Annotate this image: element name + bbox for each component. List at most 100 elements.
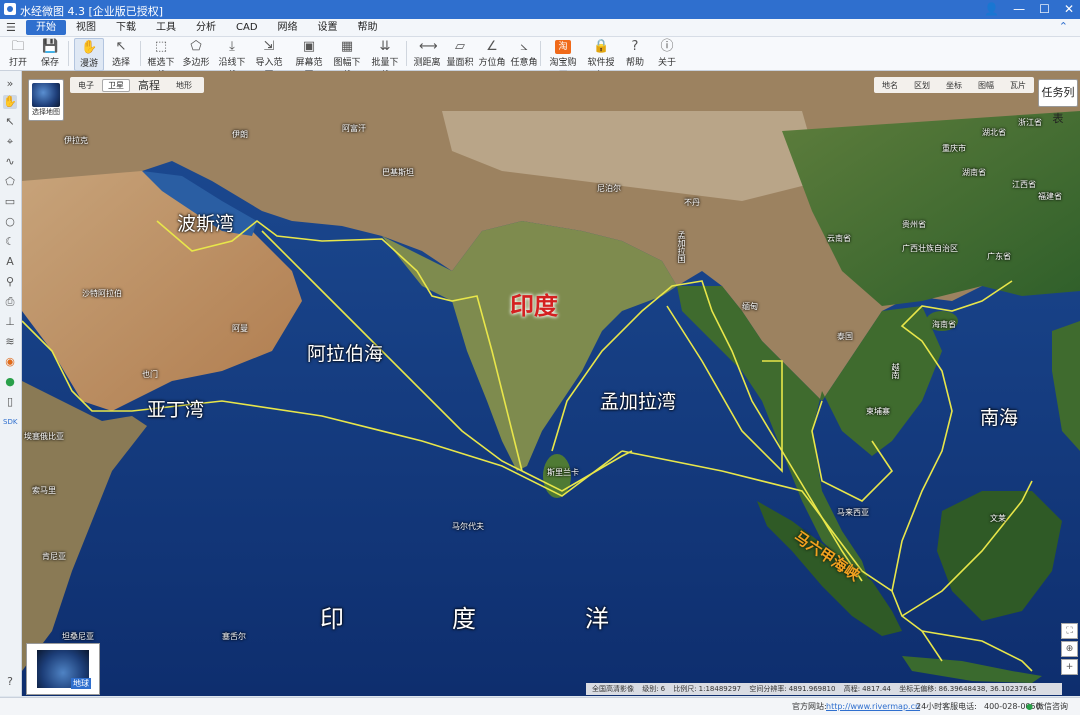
south-china-sea-label: 南海	[980, 407, 1019, 429]
rectangle-tool-icon[interactable]: ▭	[3, 195, 17, 209]
toolbar: 🗀 打开 💾 保存 ✋ 漫游 ↖ 选择 ⬚框选下载 ⬠ 多边形 ⤓沿线下载⇲导入范围▣屏幕范围▦图幅下…	[0, 37, 1080, 82]
toolbar-button-18[interactable]: ⓘ 关于	[654, 38, 680, 69]
basemap-selector[interactable]: 选择地图	[28, 79, 64, 121]
sheet-download-icon: ▦	[340, 39, 354, 54]
zoom-in-icon[interactable]: ⛶	[1061, 623, 1078, 639]
toolbar-button-label: 量面积	[446, 58, 474, 68]
coordinates-value: 86.39648438, 36.10237645	[938, 685, 1037, 693]
toolbar-button-13[interactable]: ∠ 方位角	[478, 38, 506, 69]
hand-tool-icon[interactable]: ✋	[3, 95, 17, 109]
basemap-selector-label: 选择地图	[32, 108, 60, 116]
map-type-electronic[interactable]: 电子	[70, 80, 102, 91]
circle-tool-icon[interactable]: ○	[3, 215, 17, 229]
pointer-icon: ↖	[115, 39, 127, 54]
select-tool-icon[interactable]: ↖	[3, 115, 17, 129]
menu-item-6[interactable]: 网络	[268, 19, 308, 36]
place-label: 越南	[891, 363, 900, 379]
place-label: 湖北省	[982, 128, 1006, 137]
wechat-icon[interactable]: ●	[1026, 698, 1033, 715]
map-type-terrain[interactable]: 地形	[168, 80, 200, 91]
toolbar-button-8[interactable]: ▣屏幕范围	[292, 38, 326, 82]
sdk-icon[interactable]: SDK	[3, 415, 17, 429]
toggle-divisions[interactable]: 区划	[914, 80, 930, 91]
print-icon[interactable]: ⎙	[3, 295, 17, 309]
line-download-icon: ⤓	[229, 39, 235, 54]
map-view[interactable]: 波斯湾 印度 阿拉伯海 亚丁湾 孟加拉湾 南海 马六甲海峡 印 度 洋 伊拉克 …	[22, 71, 1080, 696]
toggle-coordinates[interactable]: 坐标	[946, 80, 962, 91]
gulf-of-aden-label: 亚丁湾	[147, 399, 205, 421]
place-label: 索马里	[32, 486, 56, 495]
place-label: 江西省	[1012, 180, 1036, 189]
menu-item-0[interactable]: 开始	[26, 20, 66, 35]
user-icon[interactable]: 👤	[984, 1, 999, 18]
menu-item-2[interactable]: 下载	[106, 19, 146, 36]
polygon-tool-icon[interactable]: ⬠	[3, 175, 17, 189]
place-label: 马来西亚	[837, 508, 869, 517]
website-link[interactable]: http://www.rivermap.cn	[826, 698, 920, 715]
pin-tool-icon[interactable]: ⚲	[3, 275, 17, 289]
place-label: 伊朗	[232, 130, 248, 139]
toolbar-button-10[interactable]: ⇊批量下载	[368, 38, 402, 82]
toolbar-button-7[interactable]: ⇲导入范围	[252, 38, 286, 82]
toggle-place-names[interactable]: 地名	[882, 80, 898, 91]
toolbar-button-17[interactable]: ? 帮助	[622, 38, 648, 69]
toolbar-button-14[interactable]: ⦣ 任意角	[510, 38, 538, 69]
help-circle-icon[interactable]: ?	[3, 675, 17, 689]
overview-map[interactable]: 地球	[26, 643, 100, 695]
globe-icon[interactable]: ●	[3, 375, 17, 389]
toolbar-button-6[interactable]: ⤓沿线下载	[216, 38, 248, 82]
locate-icon[interactable]: ⊕	[1061, 641, 1078, 657]
toolbar-button-11[interactable]: ⟷ 测距离	[412, 38, 442, 69]
collapse-ribbon-icon[interactable]: ⌃	[1059, 20, 1068, 33]
toolbar-button-3[interactable]: ↖ 选择	[106, 38, 136, 69]
wechat-consult[interactable]: 微信咨询	[1036, 698, 1068, 715]
earth-label: 地球	[71, 678, 91, 689]
toolbar-button-1[interactable]: 💾 保存	[36, 38, 64, 69]
place-label: 沙特阿拉伯	[82, 289, 122, 298]
polygon-icon: ⬠	[190, 39, 202, 54]
toolbar-button-4[interactable]: ⬚框选下载	[144, 38, 178, 82]
place-label: 肯尼亚	[42, 552, 66, 561]
menu-item-7[interactable]: 设置	[308, 19, 348, 36]
measure-icon[interactable]: ⊥	[3, 315, 17, 329]
toolbar-button-15[interactable]: 淘淘宝购买	[546, 38, 580, 81]
place-label: 阿富汗	[342, 124, 366, 133]
place-label: 阿曼	[232, 324, 248, 333]
zoom-plus-icon[interactable]: +	[1061, 659, 1078, 675]
line-tool-icon[interactable]: ∿	[3, 155, 17, 169]
map-status-bar: 全国高清影像 级别: 6 比例尺: 1:18489297 空间分辨率: 4891.96…	[586, 683, 1062, 695]
color-wheel-icon[interactable]: ◉	[3, 355, 17, 369]
map-type-satellite[interactable]: 卫星	[102, 78, 130, 92]
menu-item-5[interactable]: CAD	[226, 19, 268, 36]
text-tool-icon[interactable]: A	[3, 255, 17, 269]
toolbar-button-5[interactable]: ⬠ 多边形	[180, 38, 212, 69]
task-list-button[interactable]: 任务列表	[1038, 79, 1078, 125]
point-tool-icon[interactable]: ⌖	[3, 135, 17, 149]
toggle-tiles[interactable]: 瓦片	[1010, 80, 1026, 91]
minimize-button[interactable]: —	[1013, 1, 1025, 18]
place-label: 也门	[142, 370, 158, 379]
website-label: 官方网站:	[792, 702, 827, 711]
toolbar-button-16[interactable]: 🔒软件授权	[584, 38, 618, 82]
indian-ocean-label-2: 度	[452, 605, 476, 633]
place-label: 云南省	[827, 234, 851, 243]
toolbar-button-0[interactable]: 🗀 打开	[4, 38, 32, 69]
toggle-sheets[interactable]: 图幅	[978, 80, 994, 91]
toolbar-button-2[interactable]: ✋ 漫游	[74, 38, 104, 71]
map-type-elevation[interactable]: 高程	[130, 77, 168, 93]
toolbar-button-12[interactable]: ▱ 量面积	[446, 38, 474, 69]
phone-icon[interactable]: ▯	[3, 395, 17, 409]
expand-icon[interactable]: »	[3, 77, 17, 91]
hamburger-menu-icon[interactable]: ☰	[6, 21, 16, 34]
arc-tool-icon[interactable]: ☾	[3, 235, 17, 249]
menu-item-3[interactable]: 工具	[146, 19, 186, 36]
maximize-button[interactable]: ☐	[1039, 1, 1050, 18]
angle-icon: ⦣	[520, 39, 528, 54]
toolbar-button-9[interactable]: ▦图幅下载	[330, 38, 364, 82]
menu-item-1[interactable]: 视图	[66, 19, 106, 36]
menu-item-8[interactable]: 帮助	[348, 19, 388, 36]
menu-item-4[interactable]: 分析	[186, 19, 226, 36]
close-button[interactable]: ✕	[1064, 1, 1074, 18]
layer-icon[interactable]: ≋	[3, 335, 17, 349]
place-label: 海南省	[932, 320, 956, 329]
